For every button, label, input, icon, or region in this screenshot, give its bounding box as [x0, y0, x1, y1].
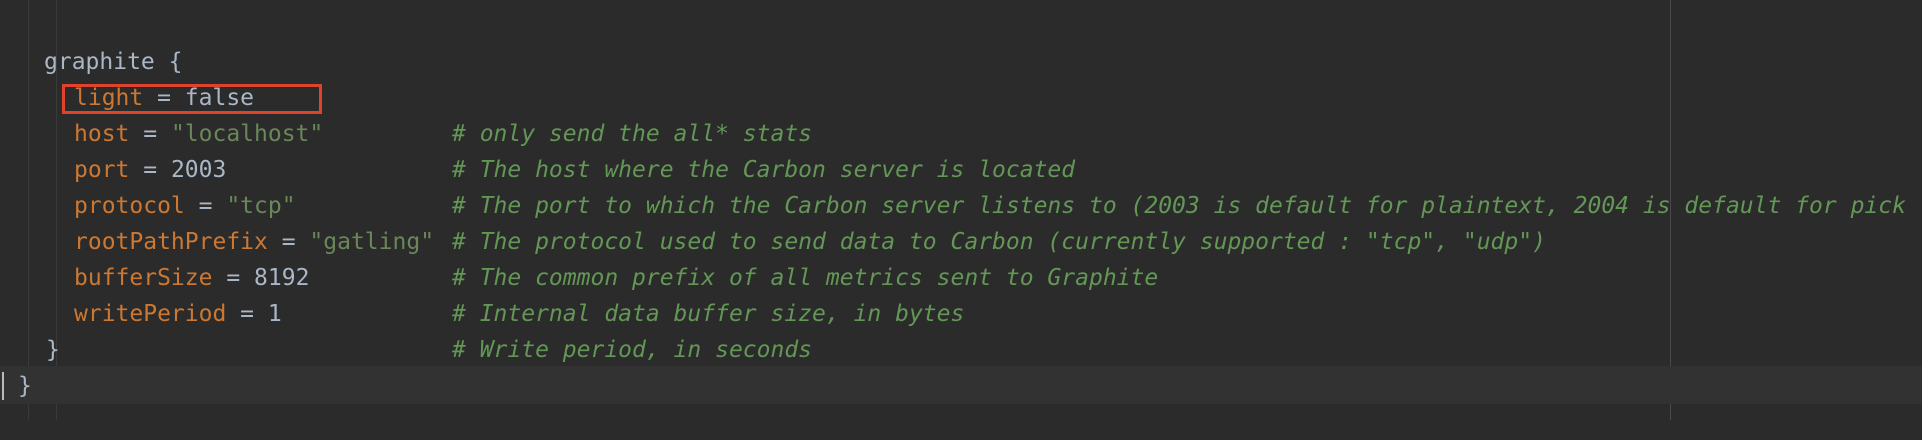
code-line[interactable]: } [0, 332, 55, 399]
config-key: bufferSize [74, 265, 213, 291]
code-comment: # The host where the Carbon server is lo… [452, 157, 1076, 183]
config-key: port [74, 157, 130, 183]
assign-operator: = [129, 157, 171, 183]
config-value: "tcp" [226, 193, 296, 219]
code-line[interactable]: writePeriod = 1 # Write period, in secon… [0, 260, 812, 363]
code-line[interactable]: host = "localhost" # The host where the … [0, 80, 1075, 183]
config-key: writePeriod [74, 301, 227, 327]
code-comment: # Write period, in seconds [452, 337, 813, 363]
config-value: "localhost" [170, 121, 324, 147]
code-comment: # The port to which the Carbon server li… [452, 193, 1906, 219]
config-value: 1 [267, 301, 282, 327]
code-line[interactable]: light = false # only send the all* stats [0, 44, 812, 147]
config-value: 2003 [170, 157, 227, 183]
assign-operator: = [129, 121, 171, 147]
code-comment: # only send the all* stats [452, 121, 813, 147]
code-line[interactable]: rootPathPrefix = "gatling" # The common … [0, 188, 1158, 291]
code-line[interactable]: } [0, 296, 60, 363]
config-key: rootPathPrefix [74, 229, 268, 255]
code-editor[interactable]: graphite { light = false # only send the… [0, 0, 1922, 420]
highlight-annotation-box [62, 84, 322, 114]
config-value: 8192 [254, 265, 310, 291]
code-line[interactable]: bufferSize = 8192 # Internal data buffer… [0, 224, 964, 327]
config-key: protocol [74, 193, 185, 219]
code-line[interactable]: graphite { [0, 8, 182, 75]
block-open: graphite { [44, 49, 183, 75]
assign-operator: = [226, 301, 268, 327]
block-close: } [18, 373, 32, 399]
current-line-highlight [0, 366, 1922, 404]
assign-operator: = [267, 229, 310, 255]
code-comment: # Internal data buffer size, in bytes [452, 301, 965, 327]
code-comment: # The common prefix of all metrics sent … [452, 265, 1159, 291]
code-line[interactable]: protocol = "tcp" # The protocol used to … [0, 152, 1546, 255]
config-value: "gatling" [309, 229, 435, 255]
code-line[interactable]: port = 2003 # The port to which the Carb… [0, 116, 1906, 219]
config-key: host [74, 121, 130, 147]
assign-operator: = [184, 193, 227, 219]
assign-operator: = [212, 265, 255, 291]
code-comment: # The protocol used to send data to Carb… [452, 229, 1546, 255]
